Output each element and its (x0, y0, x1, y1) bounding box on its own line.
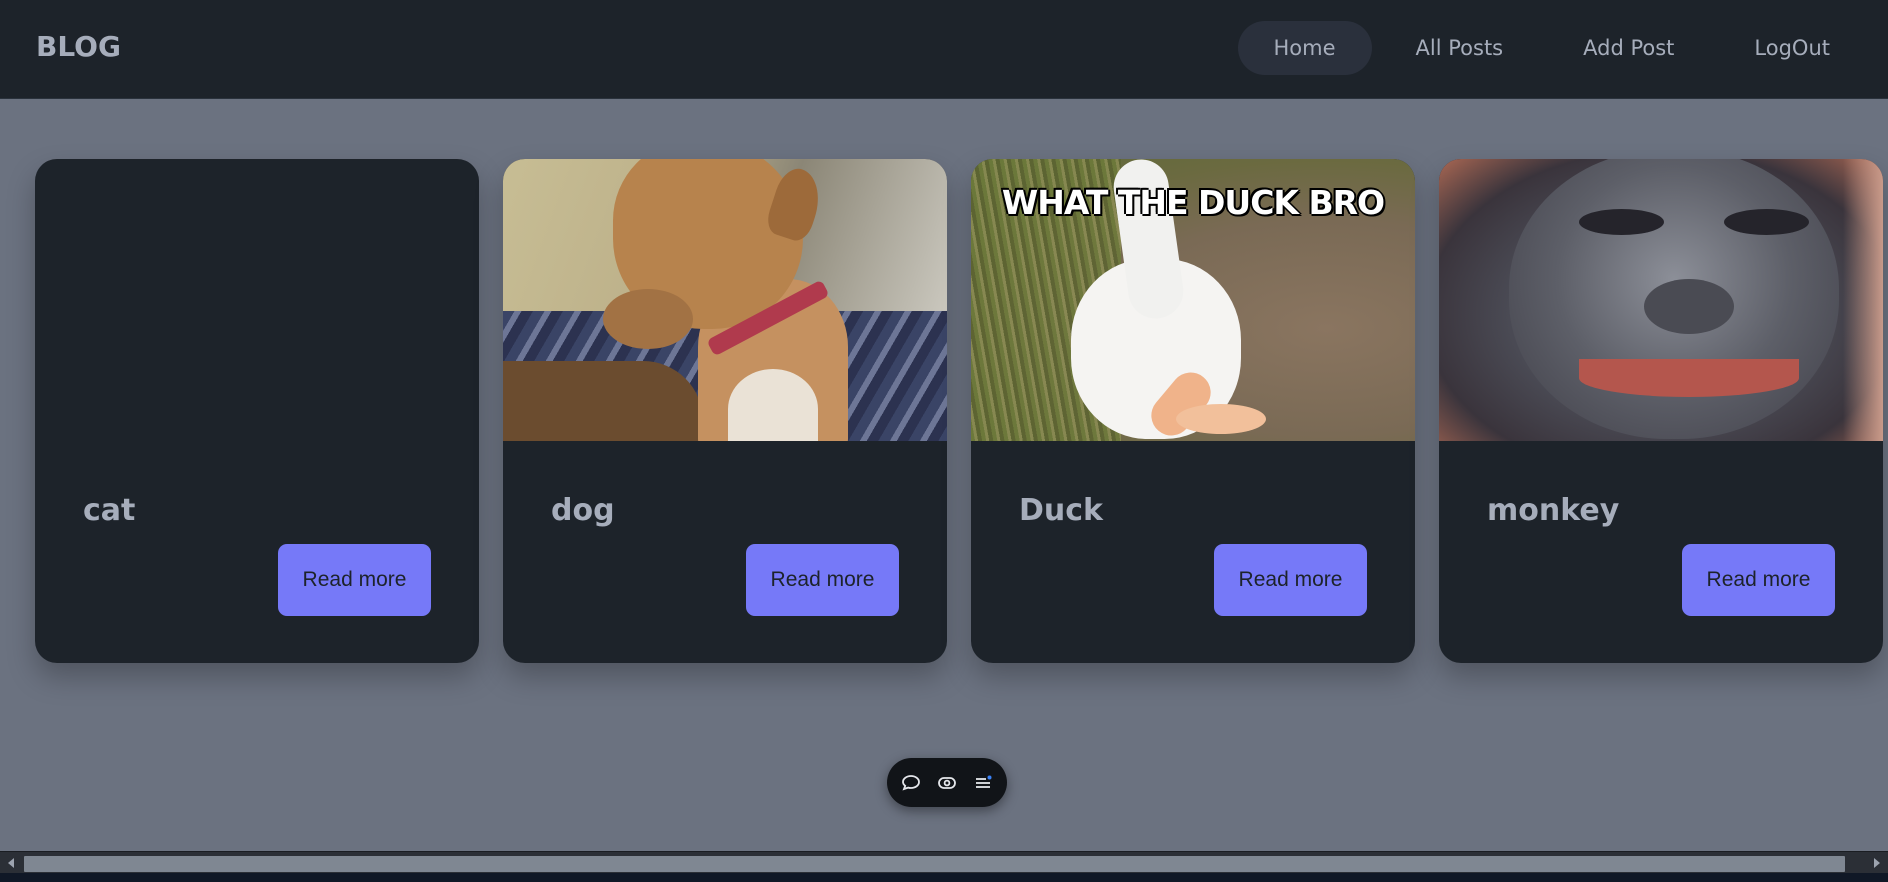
photo-detail (1724, 209, 1809, 235)
photo-detail (1644, 279, 1734, 334)
read-more-button[interactable]: Read more (746, 544, 899, 616)
post-title: cat (83, 493, 136, 528)
list-menu-icon[interactable] (971, 771, 995, 795)
photo-detail (503, 361, 703, 441)
duck-meme-photo: WHAT THE DUCK BRO (971, 159, 1415, 441)
post-card-dog: dog Read more (503, 159, 947, 663)
post-title: Duck (1019, 493, 1103, 528)
read-more-button[interactable]: Read more (1682, 544, 1835, 616)
photo-detail (1843, 159, 1883, 441)
navbar: BLOG Home All Posts Add Post LogOut (0, 0, 1888, 99)
photo-detail (1579, 359, 1799, 397)
eye-icon[interactable] (935, 771, 959, 795)
monkey-photo (1439, 159, 1883, 441)
nav-add-post[interactable]: Add Post (1547, 21, 1710, 75)
brand-logo[interactable]: BLOG (36, 30, 121, 63)
taskbar-edge (0, 873, 1888, 882)
nav-home[interactable]: Home (1237, 21, 1372, 75)
post-card-list: cat Read more dog Read more WHAT THE DUC… (35, 159, 1883, 663)
nav-links: Home All Posts Add Post LogOut (1237, 21, 1866, 75)
post-card-cat: cat Read more (35, 159, 479, 663)
post-title: dog (551, 493, 615, 528)
scroll-right-icon[interactable] (1866, 852, 1888, 874)
post-card-duck: WHAT THE DUCK BRO Duck Read more (971, 159, 1415, 663)
dog-photo (503, 159, 947, 441)
photo-detail (603, 289, 693, 349)
post-image-empty (35, 159, 479, 441)
nav-all-posts[interactable]: All Posts (1380, 21, 1540, 75)
floating-toolbar (887, 758, 1007, 807)
read-more-button[interactable]: Read more (1214, 544, 1367, 616)
photo-detail (1176, 404, 1266, 434)
comment-icon[interactable] (899, 771, 923, 795)
nav-logout[interactable]: LogOut (1718, 21, 1866, 75)
post-card-monkey: monkey Read more (1439, 159, 1883, 663)
post-title: monkey (1487, 493, 1620, 528)
horizontal-scrollbar[interactable] (0, 851, 1888, 873)
scroll-left-icon[interactable] (0, 852, 22, 874)
meme-caption: WHAT THE DUCK BRO (1001, 183, 1385, 222)
scrollbar-thumb[interactable] (24, 856, 1845, 872)
photo-detail (728, 369, 818, 441)
photo-detail (1579, 209, 1664, 235)
read-more-button[interactable]: Read more (278, 544, 431, 616)
